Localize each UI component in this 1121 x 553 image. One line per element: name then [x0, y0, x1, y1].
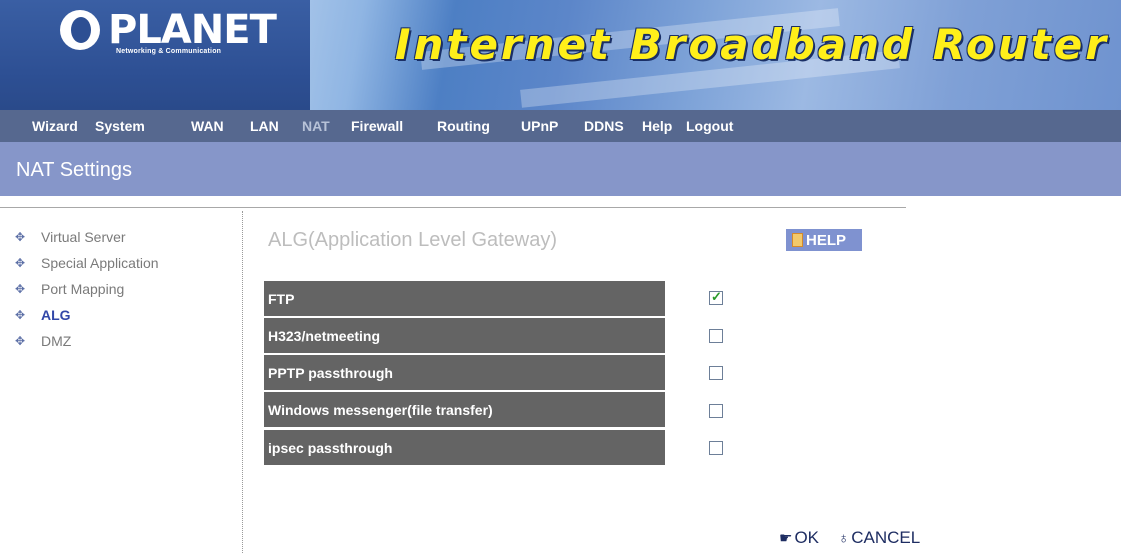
menu-item-wan[interactable]: WAN — [191, 118, 224, 134]
bullet-icon: ✥ — [15, 282, 26, 296]
top-menu-bar: Wizard System WAN LAN NAT Firewall Routi… — [0, 110, 1121, 142]
alg-checkbox-ipsec[interactable] — [709, 441, 723, 455]
alg-checkbox-windows-messenger[interactable] — [709, 404, 723, 418]
menu-item-nat[interactable]: NAT — [302, 118, 330, 134]
sidebar-divider — [242, 211, 243, 553]
menu-item-logout[interactable]: Logout — [686, 118, 733, 134]
menu-item-routing[interactable]: Routing — [437, 118, 490, 134]
alg-row-label-pptp: PPTP passthrough — [264, 355, 665, 390]
cancel-button[interactable]: ♁ CANCEL — [838, 528, 920, 548]
alg-checkbox-ftp[interactable] — [709, 289, 723, 305]
menu-item-ddns[interactable]: DDNS — [584, 118, 624, 134]
cancel-label: CANCEL — [851, 528, 921, 547]
bullet-icon: ✥ — [15, 334, 26, 348]
pointer-hand-icon: ☛ — [779, 530, 793, 547]
menu-item-system[interactable]: System — [95, 118, 145, 134]
product-title: Internet Broadband Router — [394, 20, 1109, 69]
alg-checkbox-pptp[interactable] — [709, 366, 723, 380]
menu-item-firewall[interactable]: Firewall — [351, 118, 403, 134]
sidebar-item-port-mapping[interactable]: ✥ Port Mapping — [15, 281, 124, 297]
menu-item-upnp[interactable]: UPnP — [521, 118, 558, 134]
sidebar-item-special-application[interactable]: ✥ Special Application — [15, 255, 159, 271]
sidebar-item-dmz[interactable]: ✥ DMZ — [15, 333, 71, 349]
alg-row-label-ipsec: ipsec passthrough — [264, 430, 665, 465]
alg-row-label-windows-messenger: Windows messenger(file transfer) — [264, 392, 665, 427]
header-banner: PLANET Networking & Communication Intern… — [0, 0, 1121, 110]
divider — [0, 207, 906, 208]
alg-row-label-ftp: FTP — [264, 281, 665, 316]
menu-item-wizard[interactable]: Wizard — [32, 118, 78, 134]
help-icon — [792, 233, 803, 247]
planet-logo: PLANET Networking & Communication — [60, 7, 277, 55]
alg-checkbox-h323[interactable] — [709, 329, 723, 343]
sidebar-item-label: Virtual Server — [41, 229, 126, 245]
page-title-bar — [0, 142, 1121, 196]
planet-logo-icon — [60, 10, 100, 50]
menu-item-lan[interactable]: LAN — [250, 118, 279, 134]
logo-text: PLANET — [108, 7, 277, 53]
ok-button[interactable]: ☛ OK — [779, 528, 819, 548]
sidebar-item-virtual-server[interactable]: ✥ Virtual Server — [15, 229, 126, 245]
bullet-icon: ✥ — [15, 308, 26, 322]
alg-row-label-h323: H323/netmeeting — [264, 318, 665, 353]
logo-subtitle: Networking & Communication — [116, 48, 222, 55]
menu-item-help[interactable]: Help — [642, 118, 672, 134]
sidebar-item-label: ALG — [41, 307, 71, 323]
sidebar-item-alg[interactable]: ✥ ALG — [15, 307, 71, 323]
cancel-icon: ♁ — [838, 529, 850, 547]
page-title: NAT Settings — [16, 159, 132, 181]
section-title: ALG(Application Level Gateway) — [268, 229, 558, 251]
bullet-icon: ✥ — [15, 256, 26, 270]
help-button[interactable]: HELP — [786, 229, 862, 251]
bullet-icon: ✥ — [15, 230, 26, 244]
ok-label: OK — [794, 528, 820, 547]
sidebar-item-label: Port Mapping — [41, 281, 125, 297]
help-label: HELP — [806, 231, 847, 249]
sidebar-item-label: DMZ — [41, 333, 72, 349]
sidebar-item-label: Special Application — [41, 255, 159, 271]
